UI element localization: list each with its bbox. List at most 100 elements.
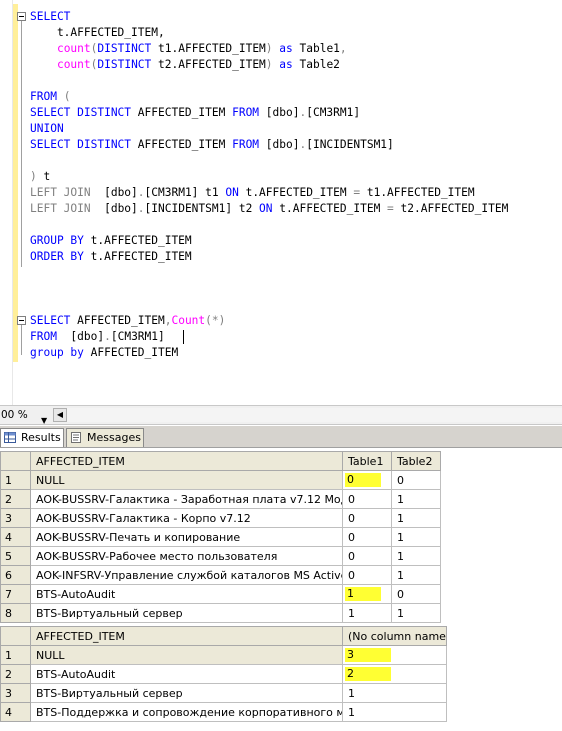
code-token: [INCIDENTSM1] <box>306 138 394 151</box>
row-number[interactable]: 8 <box>0 603 31 623</box>
cell-table1[interactable]: 1 <box>342 584 392 604</box>
table-row[interactable]: 3 AOK-BUSSRV-Галактика - Корпо v7.12 0 1 <box>0 508 441 528</box>
results-grid-1[interactable]: AFFECTED_ITEM Table1 Table2 1 NULL 0 0 2 AOK-… <box>0 451 441 623</box>
collapse-region-icon[interactable] <box>17 316 26 325</box>
cell-affected-item[interactable]: BTS-Виртуальный сервер <box>30 603 343 623</box>
cell-table2[interactable]: 1 <box>391 489 441 509</box>
cell-table1[interactable]: 0 <box>342 508 392 528</box>
cell-table2[interactable]: 1 <box>391 565 441 585</box>
code-token: FROM <box>232 138 260 151</box>
code-token: t.AFFECTED_ITEM <box>83 234 192 247</box>
row-number[interactable]: 1 <box>0 645 31 665</box>
table-row[interactable]: 2 BTS-AutoAudit 2 <box>0 664 447 684</box>
cell-affected-item[interactable]: BTS-Поддержка и сопровождение корпоратив… <box>30 702 343 722</box>
column-header[interactable]: AFFECTED_ITEM <box>30 626 343 646</box>
cell-table1[interactable]: 0 <box>342 489 392 509</box>
code-token: t.AFFECTED_ITEM, <box>30 26 165 39</box>
code-token: as <box>272 42 300 55</box>
tab-results[interactable]: Results <box>0 428 64 447</box>
row-number[interactable]: 6 <box>0 565 31 585</box>
table-row[interactable]: 1 NULL 3 <box>0 645 447 665</box>
row-number[interactable]: 2 <box>0 664 31 684</box>
table-row[interactable]: 5 AOK-BUSSRV-Рабочее место пользователя 0 1 <box>0 546 441 566</box>
cell-table2[interactable]: 1 <box>391 527 441 547</box>
cell-affected-item[interactable]: AOK-BUSSRV-Рабочее место пользователя <box>30 546 343 566</box>
editor-gutter <box>0 0 13 405</box>
table-row[interactable]: 2 AOK-BUSSRV-Галактика - Заработная плата… <box>0 489 441 509</box>
cell-affected-item[interactable]: AOK-BUSSRV-Галактика - Заработная плата … <box>30 489 343 509</box>
grid-corner[interactable] <box>0 626 31 646</box>
cell-count[interactable]: 3 <box>342 645 447 665</box>
cell-table2[interactable]: 0 <box>391 584 441 604</box>
table-row[interactable]: 7 BTS-AutoAudit 1 0 <box>0 584 441 604</box>
code-line: SELECT AFFECTED_ITEM,Count(*) <box>30 313 225 329</box>
cell-table2[interactable]: 0 <box>391 470 441 490</box>
row-number[interactable]: 4 <box>0 527 31 547</box>
cell-count[interactable]: 1 <box>342 683 447 703</box>
table-row[interactable]: 4 AOK-BUSSRV-Печать и копирование 0 1 <box>0 527 441 547</box>
highlighted-value: 3 <box>345 648 391 662</box>
table-row[interactable]: 8 BTS-Виртуальный сервер 1 1 <box>0 603 441 623</box>
code-token: count <box>56 42 91 55</box>
column-header[interactable]: Table2 <box>391 451 441 471</box>
code-token: ) <box>30 170 37 183</box>
horizontal-scrollbar[interactable] <box>67 408 562 422</box>
code-line: SELECT DISTINCT AFFECTED_ITEM FROM [dbo]… <box>30 105 360 121</box>
row-number[interactable]: 1 <box>0 470 31 490</box>
cell-table1[interactable]: 0 <box>342 565 392 585</box>
query-editor[interactable]: SELECT t.AFFECTED_ITEM, count(DISTINCT t… <box>0 0 562 405</box>
results-grid-2[interactable]: AFFECTED_ITEM (No column name) 1 NULL 3 2 BT… <box>0 626 447 722</box>
column-header[interactable]: (No column name) <box>342 626 447 646</box>
code-line: count(DISTINCT t1.AFFECTED_ITEM) as Tabl… <box>30 41 347 57</box>
code-token: t.AFFECTED_ITEM <box>238 186 354 199</box>
code-token: as <box>272 58 300 71</box>
cell-affected-item[interactable]: AOK-BUSSRV-Печать и копирование <box>30 527 343 547</box>
code-line: FROM ( <box>30 89 70 105</box>
zoom-dropdown[interactable]: 00 % ▼ <box>0 408 52 425</box>
tab-messages[interactable]: Messages <box>66 428 144 447</box>
tab-results-label: Results <box>21 431 61 444</box>
code-token: Table2 <box>299 58 340 71</box>
code-token: t.AFFECTED_ITEM <box>272 202 388 215</box>
row-number[interactable]: 3 <box>0 683 31 703</box>
cell-affected-item[interactable]: AOK-BUSSRV-Галактика - Корпо v7.12 <box>30 508 343 528</box>
code-token: AFFECTED_ITEM <box>131 106 233 119</box>
table-row[interactable]: 3 BTS-Виртуальный сервер 1 <box>0 683 447 703</box>
cell-count[interactable]: 1 <box>342 702 447 722</box>
row-number[interactable]: 2 <box>0 489 31 509</box>
cell-affected-item[interactable]: NULL <box>30 470 343 490</box>
code-token: ORDER BY <box>30 250 84 263</box>
column-header[interactable]: AFFECTED_ITEM <box>30 451 343 471</box>
row-number[interactable]: 5 <box>0 546 31 566</box>
cell-table1[interactable]: 0 <box>342 527 392 547</box>
cell-affected-item[interactable]: BTS-AutoAudit <box>30 584 343 604</box>
grid-corner[interactable] <box>0 451 31 471</box>
cell-table2[interactable]: 1 <box>391 508 441 528</box>
table-row[interactable]: 6 AOK-INFSRV-Управление службой каталогов… <box>0 565 441 585</box>
column-header[interactable]: Table1 <box>342 451 392 471</box>
row-number[interactable]: 3 <box>0 508 31 528</box>
cell-affected-item[interactable]: BTS-Виртуальный сервер <box>30 683 343 703</box>
cell-table1[interactable]: 0 <box>342 546 392 566</box>
cell-affected-item[interactable]: NULL <box>30 645 343 665</box>
cell-table2[interactable]: 1 <box>391 546 441 566</box>
cell-count[interactable]: 2 <box>342 664 447 684</box>
results-tab-strip: Results Messages <box>0 426 562 448</box>
cell-affected-item[interactable]: BTS-AutoAudit <box>30 664 343 684</box>
row-number[interactable]: 4 <box>0 702 31 722</box>
table-row[interactable]: 1 NULL 0 0 <box>0 470 441 490</box>
cell-table1[interactable]: 0 <box>342 470 392 490</box>
cell-table2[interactable]: 1 <box>391 603 441 623</box>
row-number[interactable]: 7 <box>0 584 31 604</box>
code-line: ORDER BY t.AFFECTED_ITEM <box>30 249 192 265</box>
code-token: SELECT <box>30 10 71 23</box>
collapse-region-icon[interactable] <box>17 12 26 21</box>
cell-table1[interactable]: 1 <box>342 603 392 623</box>
cell-affected-item[interactable]: AOK-INFSRV-Управление службой каталогов … <box>30 565 343 585</box>
code-token: t1.AFFECTED_ITEM <box>151 42 266 55</box>
table-row[interactable]: 4 BTS-Поддержка и сопровождение корпорати… <box>0 702 447 722</box>
scroll-left-button[interactable]: ◀ <box>53 408 67 422</box>
code-token: ON <box>259 202 273 215</box>
